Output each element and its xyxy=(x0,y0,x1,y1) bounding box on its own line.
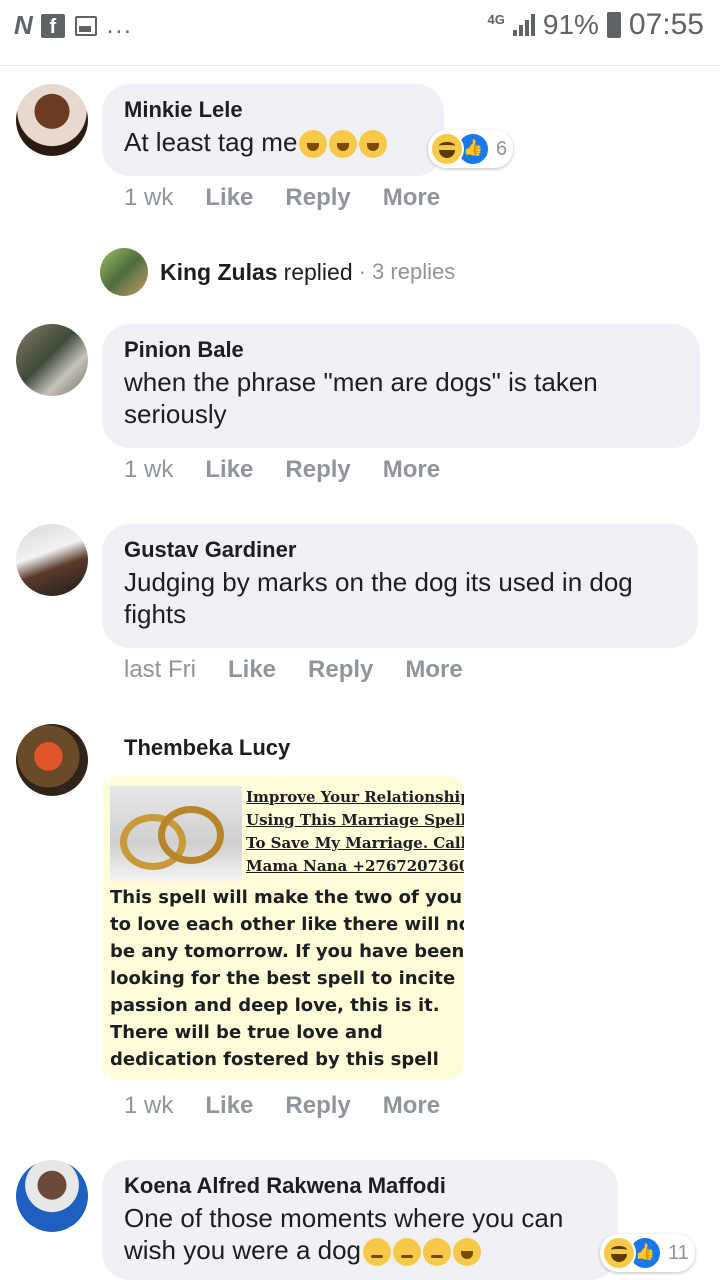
comment-actions: 1 wk Like Reply More xyxy=(124,456,440,484)
reply-count: · 3 replies xyxy=(358,259,456,284)
reply-button[interactable]: Reply xyxy=(285,1092,350,1120)
thinking-emoji-icon xyxy=(363,1238,392,1267)
comment-text-line: fights xyxy=(124,599,187,629)
comment-bubble: Pinion Bale when the phrase "men are dog… xyxy=(102,324,700,448)
comment-actions: 1 wk Like Reply More xyxy=(124,1092,440,1120)
like-button[interactable]: Like xyxy=(205,456,253,484)
comment-actions: last Fri Like Reply More xyxy=(124,656,463,684)
comment-text: when the phrase "men are dogs" is taken … xyxy=(124,366,678,430)
avatar[interactable] xyxy=(16,324,88,396)
image-icon xyxy=(74,15,97,36)
avatar[interactable] xyxy=(16,1160,88,1232)
comment-text: Judging by marks on the dog its used in … xyxy=(124,566,676,630)
comment-bubble: Gustav Gardiner Judging by marks on the … xyxy=(102,524,698,648)
signal-icon xyxy=(512,14,535,36)
comment-time[interactable]: last Fri xyxy=(124,656,196,684)
system-icons: 4G 91% 07:55 xyxy=(488,8,704,42)
clock: 07:55 xyxy=(628,8,704,41)
reply-avatar xyxy=(100,248,148,296)
more-button[interactable]: More xyxy=(383,456,440,484)
rolling-laughing-emoji-icon xyxy=(299,130,328,159)
comment-author[interactable]: Thembeka Lucy xyxy=(124,734,290,762)
comment-text: At least tag me xyxy=(124,126,422,159)
reply-button[interactable]: Reply xyxy=(308,656,373,684)
comment-text-line: wish you were a dog xyxy=(124,1234,596,1267)
comment-text-line: seriously xyxy=(124,399,227,429)
comment-author[interactable]: Pinion Bale xyxy=(124,336,678,364)
rolling-laughing-emoji-icon xyxy=(359,130,388,159)
laughing-emoji-icon xyxy=(453,1238,482,1267)
haha-reaction-icon xyxy=(430,132,464,166)
attachment-heading: Improve Your Relationship Using This Mar… xyxy=(246,788,464,875)
avatar[interactable] xyxy=(16,84,88,156)
reply-action: replied xyxy=(283,258,353,285)
comment-text-line: One of those moments where you can xyxy=(124,1203,564,1233)
comment-text-content: At least tag me xyxy=(124,127,298,157)
like-button[interactable]: Like xyxy=(228,656,276,684)
attachment-body: This spell will make the two of you to l… xyxy=(110,887,464,1070)
comment-text-line: when the phrase "men are dogs" is taken xyxy=(124,367,598,397)
comment-bubble: Koena Alfred Rakwena Maffodi One of thos… xyxy=(102,1160,618,1280)
avatar[interactable] xyxy=(16,724,88,796)
reaction-summary[interactable]: 👍 6 xyxy=(428,130,514,168)
reply-button[interactable]: Reply xyxy=(285,184,350,212)
notification-icons: N f ... xyxy=(14,10,133,41)
thinking-emoji-icon xyxy=(423,1238,452,1267)
thinking-emoji-icon xyxy=(393,1238,422,1267)
more-notifications-icon: ... xyxy=(106,11,133,39)
reaction-count: 11 xyxy=(668,1241,689,1264)
comment-time[interactable]: 1 wk xyxy=(124,456,173,484)
rolling-laughing-emoji-icon xyxy=(329,130,358,159)
more-button[interactable]: More xyxy=(383,1092,440,1120)
comment-bubble: Minkie Lele At least tag me xyxy=(102,84,444,176)
comment-time[interactable]: 1 wk xyxy=(124,1092,173,1120)
battery-icon xyxy=(606,12,621,38)
image-attachment[interactable]: Improve Your Relationship Using This Mar… xyxy=(102,776,464,1080)
comment-text: One of those moments where you can wish … xyxy=(124,1202,596,1267)
nfc-icon: N xyxy=(14,10,33,40)
like-button[interactable]: Like xyxy=(205,1092,253,1120)
like-button[interactable]: Like xyxy=(205,184,253,212)
battery-percent: 91% xyxy=(542,9,599,40)
wedding-rings-image xyxy=(110,786,242,881)
reaction-summary[interactable]: 👍 11 xyxy=(600,1234,695,1272)
facebook-icon: f xyxy=(40,13,65,38)
comment-time[interactable]: 1 wk xyxy=(124,184,173,212)
comment-author[interactable]: Gustav Gardiner xyxy=(124,536,676,564)
reaction-count: 6 xyxy=(496,137,508,160)
reply-button[interactable]: Reply xyxy=(285,456,350,484)
comment-text-line: Judging by marks on the dog its used in … xyxy=(124,567,633,597)
network-type: 4G xyxy=(487,11,505,27)
comment-actions: 1 wk Like Reply More xyxy=(124,184,440,212)
reply-author: King Zulas xyxy=(160,258,278,285)
avatar[interactable] xyxy=(16,524,88,596)
haha-reaction-icon xyxy=(602,1236,636,1270)
comment-author[interactable]: Koena Alfred Rakwena Maffodi xyxy=(124,1172,596,1200)
replies-summary[interactable]: King Zulas replied · 3 replies xyxy=(100,248,455,296)
status-bar: N f ... 4G 91% 07:55 xyxy=(0,0,720,66)
more-button[interactable]: More xyxy=(405,656,462,684)
comment-author[interactable]: Minkie Lele xyxy=(124,96,422,124)
more-button[interactable]: More xyxy=(383,184,440,212)
